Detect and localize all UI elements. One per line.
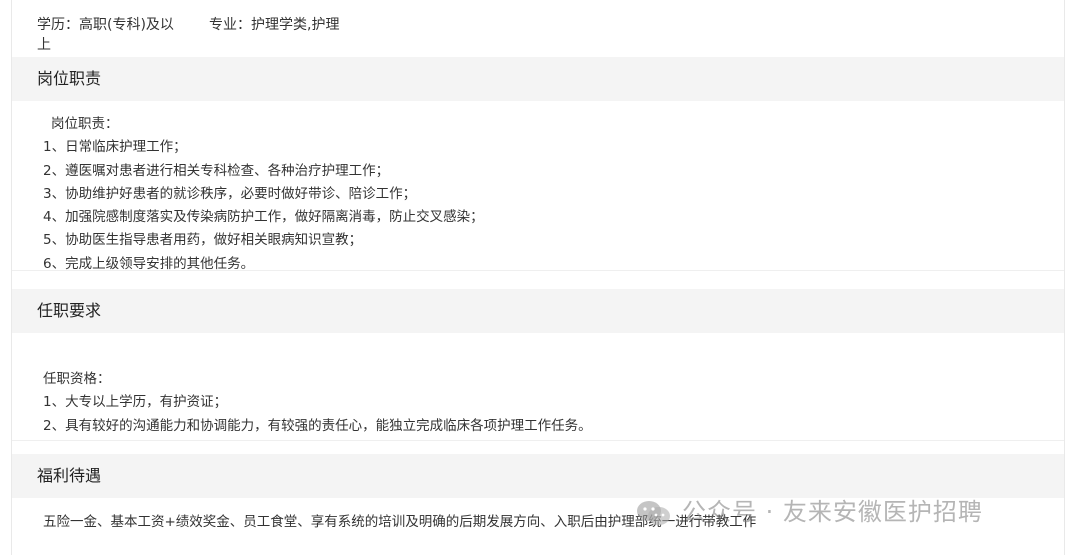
section-divider: [12, 440, 1064, 441]
duties-line: 2、遵医嘱对患者进行相关专科检查、各种治疗护理工作；: [43, 162, 390, 179]
education-requirement: 学历：高职(专科)及以上: [37, 17, 174, 53]
duties-line: 6、完成上级领导安排的其他任务。: [43, 255, 255, 272]
requirements-line: 任职资格：: [43, 371, 111, 387]
duties-title: 岗位职责: [37, 69, 102, 88]
duties-line: 3、协助维护好患者的就诊秩序，必要时做好带诊、陪诊工作；: [43, 185, 417, 202]
duties-line: 1、日常临床护理工作；: [43, 139, 187, 156]
duties-line: 5、协助医生指导患者用药，做好相关眼病知识宣教；: [43, 232, 363, 249]
watermark-text: 公众号 · 友来安徽医护招聘: [682, 498, 983, 526]
wechat-icon: [637, 501, 670, 525]
duties-content: 岗位职责： 1、日常临床护理工作； 2、遵医嘱对患者进行相关专科检查、各种治疗护…: [43, 113, 484, 276]
duties-section-header: 岗位职责: [12, 57, 1064, 101]
duties-line: 岗位职责：: [51, 116, 119, 132]
requirements-content: 任职资格： 1、大专以上学历，有护资证； 2、具有较好的沟通能力和协调能力，有较…: [43, 368, 592, 438]
major-requirement: 专业：护理学类,护理: [209, 17, 340, 33]
requirements-line: 1、大专以上学历，有护资证；: [43, 394, 228, 411]
section-divider: [12, 270, 1064, 271]
benefits-title: 福利待遇: [37, 466, 102, 485]
requirements-line: 2、具有较好的沟通能力和协调能力，有较强的责任心，能独立完成临床各项护理工作任务…: [43, 417, 592, 434]
benefits-section-header: 福利待遇: [12, 454, 1064, 498]
requirements-section-header: 任职要求: [12, 289, 1064, 333]
duties-line: 4、加强院感制度落实及传染病防护工作，做好隔离消毒，防止交叉感染；: [43, 209, 484, 226]
requirements-title: 任职要求: [37, 301, 102, 320]
